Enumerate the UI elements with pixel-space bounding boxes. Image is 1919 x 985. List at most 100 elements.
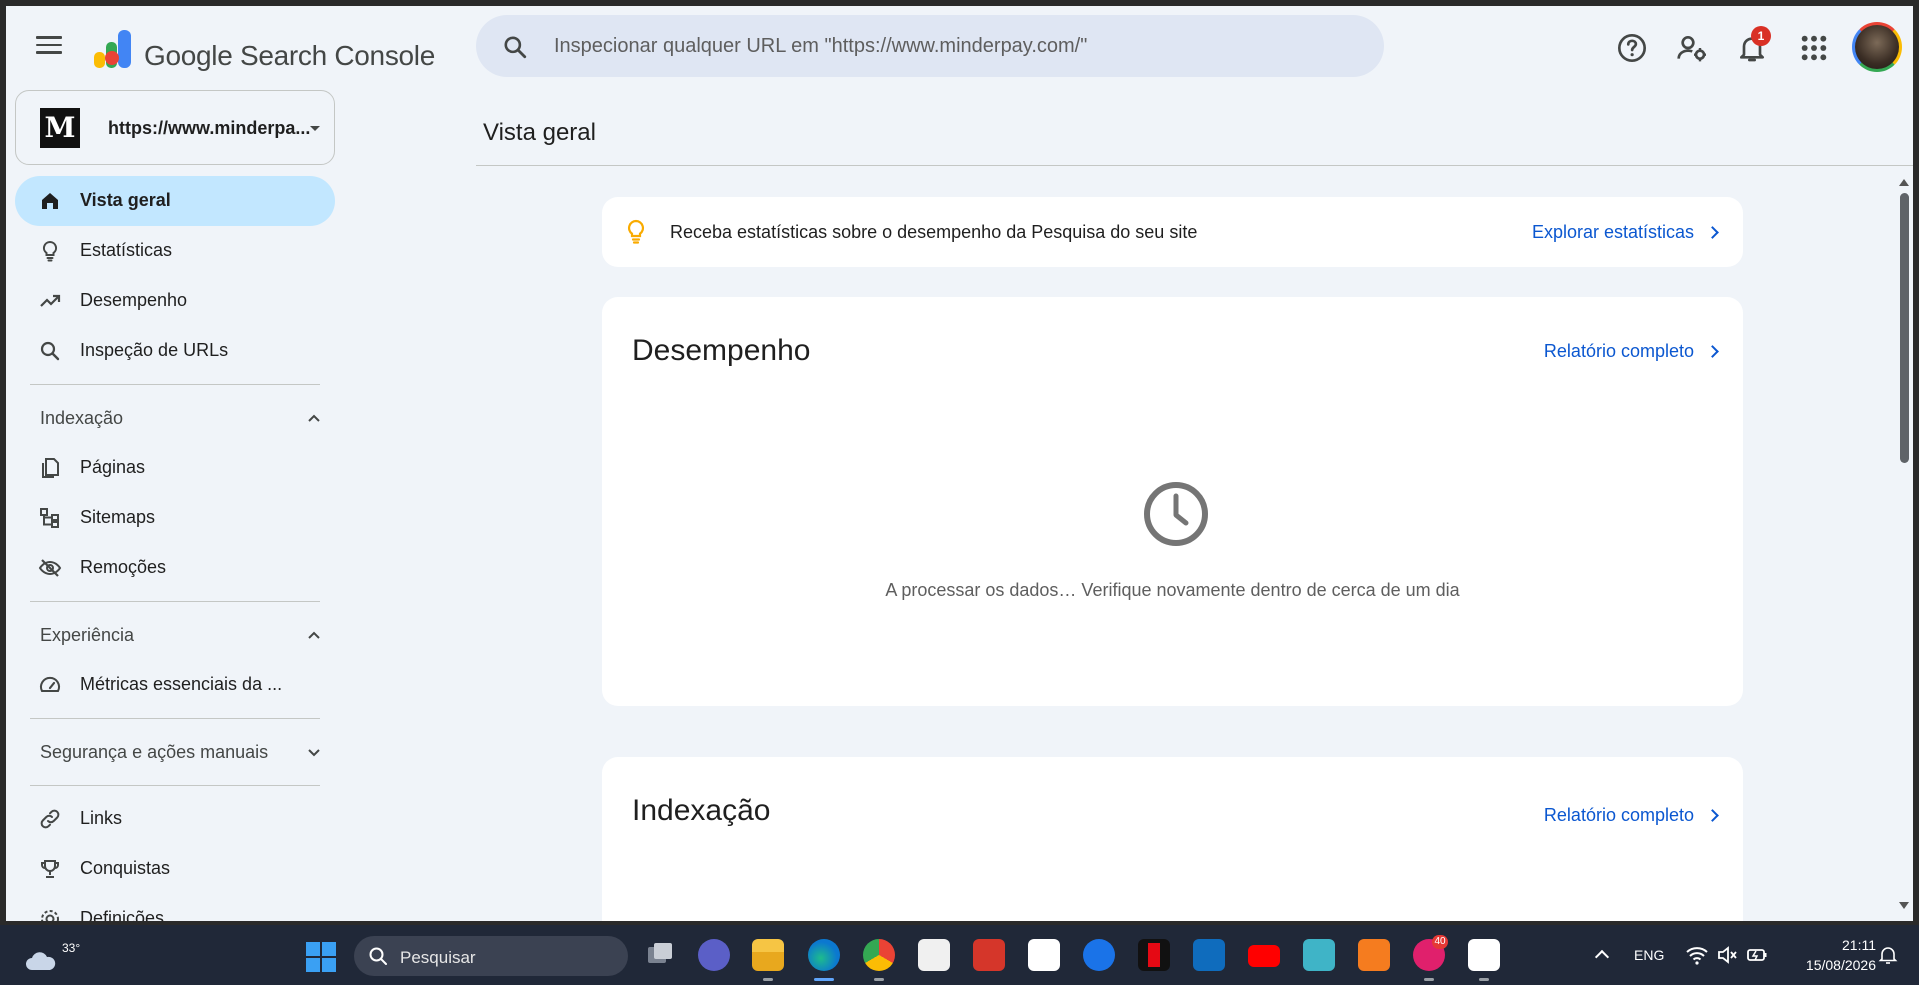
insights-text: Receba estatísticas sobre o desempenho d… [670, 222, 1198, 242]
divider [30, 718, 320, 719]
notification-center-icon[interactable] [1878, 945, 1898, 965]
settings-icon [41, 910, 59, 921]
link-label: Relatório completo [1543, 805, 1694, 825]
page-title: Vista geral [483, 119, 596, 146]
sidebar-item-label: Vista geral [80, 190, 171, 210]
dropdown-caret-icon [310, 126, 320, 131]
url-inspection-search[interactable] [476, 15, 1384, 77]
card-title: Indexação [632, 794, 771, 827]
page-scrollbar[interactable] [1895, 171, 1913, 921]
teams-icon[interactable] [698, 939, 730, 971]
cloud-icon [26, 952, 56, 970]
file-explorer-icon[interactable] [752, 939, 784, 971]
capcut-icon[interactable] [1028, 939, 1060, 971]
divider [30, 384, 320, 385]
battery-icon[interactable] [1746, 945, 1768, 965]
search-icon [40, 341, 60, 361]
sidebar-item-label: Desempenho [80, 290, 188, 310]
trophy-icon [41, 860, 59, 878]
indexing-full-report-link[interactable]: Relatório completo [1543, 805, 1719, 826]
section-indexing-toggle[interactable]: Indexação [15, 393, 335, 443]
link-label: Relatório completo [1543, 341, 1694, 361]
keyboard-app-icon[interactable] [1303, 939, 1335, 971]
property-selector[interactable]: M https://www.minderpa... [15, 90, 335, 165]
sidebar-item-achievements[interactable]: Conquistas [15, 844, 335, 894]
url-inspection-input[interactable] [554, 31, 1354, 61]
eye-off-icon [38, 559, 62, 577]
show-hidden-icons-chevron-icon[interactable] [1594, 949, 1610, 965]
sidebar-item-label: Páginas [80, 457, 146, 477]
wifi-icon[interactable] [1686, 945, 1708, 965]
browser-window: Google Search Console 1 M https://www.mi… [6, 6, 1913, 921]
sidebar-item-label: Conquistas [80, 858, 171, 878]
app-header: Google Search Console 1 [6, 6, 1913, 86]
iq-app-icon[interactable] [1083, 939, 1115, 971]
chevron-down-icon [308, 749, 320, 757]
indexing-card: Indexação Relatório completo [602, 757, 1743, 921]
divider [476, 165, 1913, 166]
running-indicator [1424, 978, 1434, 981]
taskbar-search[interactable]: Pesquisar [354, 936, 628, 976]
sidebar-item-performance[interactable]: Desempenho [15, 276, 335, 326]
clock-icon [1144, 482, 1208, 546]
chevron-right-icon [1706, 226, 1719, 239]
running-indicator [874, 978, 884, 981]
scroll-down-arrow-icon[interactable] [1899, 902, 1909, 909]
insights-banner: Receba estatísticas sobre o desempenho d… [602, 197, 1743, 267]
sidebar-item-url-inspection[interactable]: Inspeção de URLs [15, 326, 335, 376]
manage-users-icon[interactable] [1676, 32, 1708, 64]
lightbulb-icon [627, 219, 645, 244]
section-label: Segurança e ações manuais [40, 742, 269, 762]
video-editor-icon[interactable] [973, 939, 1005, 971]
microsoft-store-icon[interactable] [918, 939, 950, 971]
notification-count-badge: 1 [1751, 26, 1771, 46]
section-experience-toggle[interactable]: Experiência [15, 610, 335, 660]
sidebar-item-label: Inspeção de URLs [80, 340, 229, 360]
explore-insights-link[interactable]: Explorar estatísticas [1531, 222, 1719, 243]
vce-app-icon[interactable] [1358, 939, 1390, 971]
sidebar-item-sitemaps[interactable]: Sitemaps [15, 493, 335, 543]
task-view-icon[interactable] [644, 939, 676, 971]
card-title: Desempenho [632, 334, 811, 367]
sidebar-item-label: Remoções [80, 557, 167, 577]
sidebar-item-links[interactable]: Links [15, 794, 335, 844]
taskbar-date[interactable]: 15/08/2026 [1780, 957, 1876, 973]
outlook-icon[interactable] [1193, 939, 1225, 971]
section-label: Experiência [40, 625, 135, 645]
scroll-up-arrow-icon[interactable] [1899, 179, 1909, 186]
account-avatar[interactable] [1852, 22, 1902, 72]
link-label: Explorar estatísticas [1531, 222, 1694, 242]
sidebar-item-label: Sitemaps [80, 507, 156, 527]
start-menu-icon[interactable] [306, 942, 336, 972]
chrome-icon[interactable] [863, 939, 895, 971]
sidebar-item-settings[interactable]: Definições [15, 894, 335, 921]
sidebar-item-pages[interactable]: Páginas [15, 443, 335, 493]
sidebar-item-removals[interactable]: Remoções [15, 543, 335, 593]
arc-browser-icon[interactable] [1468, 939, 1500, 971]
sidebar-item-insights[interactable]: Estatísticas [15, 226, 335, 276]
sidebar-item-core-web-vitals[interactable]: Métricas essenciais da ... [15, 660, 335, 710]
section-label: Indexação [40, 408, 124, 428]
volume-muted-icon[interactable] [1716, 945, 1738, 965]
youtube-icon[interactable] [1248, 945, 1280, 967]
taskbar-time[interactable]: 21:11 [1790, 937, 1876, 953]
active-app-indicator [814, 978, 834, 981]
search-icon [369, 947, 387, 965]
main-menu-button[interactable] [36, 36, 62, 56]
input-language[interactable]: ENG [1634, 947, 1664, 963]
scrollbar-thumb[interactable] [1900, 193, 1909, 463]
trending-up-icon [40, 294, 61, 307]
sidebar-item-overview[interactable]: Vista geral [15, 176, 335, 226]
sitemap-icon [40, 508, 59, 528]
help-icon[interactable] [1616, 32, 1648, 64]
netflix-icon[interactable] [1138, 939, 1170, 971]
weather-widget[interactable]: 33° [22, 937, 80, 973]
chevron-up-icon [308, 414, 320, 422]
google-apps-icon[interactable] [1798, 32, 1830, 64]
search-console-logo [94, 30, 131, 68]
edge-icon[interactable] [808, 939, 840, 971]
weather-temperature: 33° [62, 941, 81, 955]
home-icon [42, 193, 58, 209]
section-security-toggle[interactable]: Segurança e ações manuais [15, 727, 335, 777]
performance-full-report-link[interactable]: Relatório completo [1543, 341, 1719, 362]
